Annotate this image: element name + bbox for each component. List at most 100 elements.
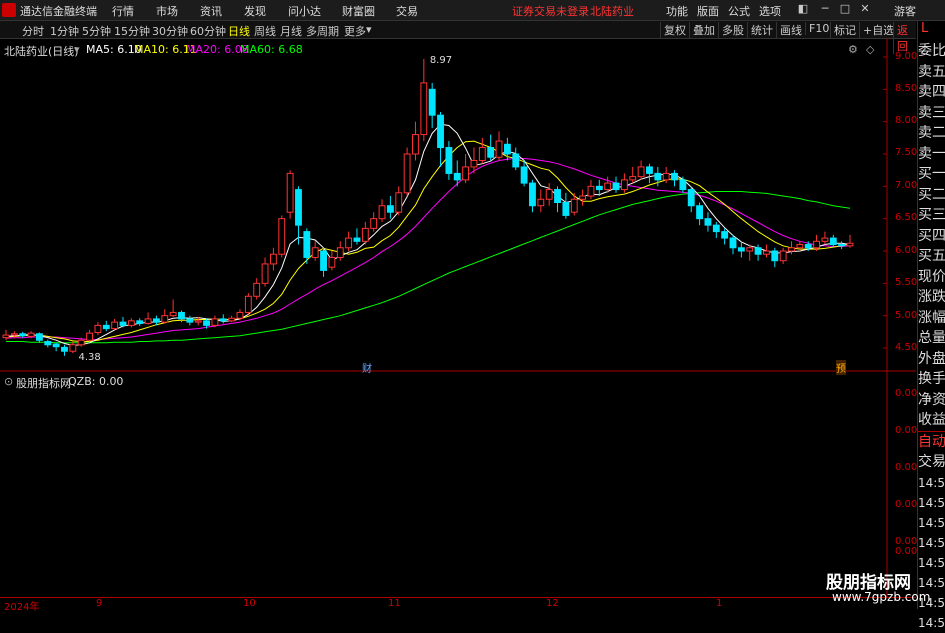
candle: [303, 228, 311, 264]
menu-quotes[interactable]: 行情: [112, 3, 134, 19]
back-button[interactable]: 返回: [893, 22, 916, 54]
candle-body: [771, 250, 779, 262]
candle-body: [44, 341, 52, 346]
multi-stock-button[interactable]: 多股: [718, 22, 747, 38]
candle-body: [253, 282, 261, 297]
skin-icon[interactable]: ◧: [796, 2, 810, 16]
candle-body: [361, 227, 369, 242]
forecast-marker[interactable]: 预: [836, 360, 846, 375]
financial-report-marker[interactable]: 财: [362, 360, 372, 375]
expand-icon[interactable]: ◇: [866, 43, 874, 56]
tick-time-2: 14:56: [918, 515, 945, 530]
candles: [2, 58, 854, 356]
candle: [779, 247, 787, 264]
candle: [646, 163, 653, 184]
candle: [696, 202, 704, 226]
tab-60min[interactable]: 60分钟: [190, 23, 226, 39]
x-label-dec: 12: [546, 598, 559, 609]
tab-more[interactable]: 更多: [344, 23, 366, 39]
candle: [269, 247, 277, 271]
candle-body: [77, 339, 85, 346]
tab-timeshare[interactable]: 分时: [22, 23, 44, 39]
menu-layout[interactable]: 版面: [697, 3, 719, 19]
sub-pane-toggle-icon[interactable]: ⊙: [4, 375, 13, 388]
candle: [320, 247, 327, 277]
candle: [737, 241, 745, 258]
ma10-line: [5, 140, 851, 342]
indicator-qzb: QZB: 0.00: [68, 375, 124, 388]
tab-30min[interactable]: 30分钟: [152, 23, 188, 39]
menu-options[interactable]: 选项: [759, 3, 781, 19]
candle-body: [27, 332, 35, 337]
candle-body: [704, 218, 712, 226]
candle: [253, 278, 261, 300]
candle-body: [796, 244, 804, 249]
panel-header[interactable]: L: [918, 21, 945, 41]
draw-button[interactable]: 画线: [776, 22, 805, 38]
candle: [378, 199, 386, 222]
candle: [671, 170, 678, 187]
menu-functions[interactable]: 功能: [666, 3, 688, 19]
candle-body: [320, 250, 327, 271]
candle: [604, 176, 612, 193]
user-status[interactable]: 游客: [894, 3, 916, 19]
panel-field-7: 买二: [918, 186, 945, 203]
candle: [328, 251, 336, 271]
tab-daily[interactable]: 日线: [228, 23, 250, 39]
candle-body: [420, 82, 428, 136]
price-tick-label: 5.00: [895, 310, 918, 321]
candle: [27, 331, 35, 339]
menu-wealth[interactable]: 财富圈: [342, 3, 375, 19]
menu-discover[interactable]: 发现: [244, 3, 266, 19]
candle-body: [629, 176, 637, 181]
candle-body: [345, 237, 353, 249]
legend-ma60: MA60: 6.68: [240, 43, 303, 56]
candle: [595, 179, 603, 197]
stats-button[interactable]: 统计: [747, 22, 776, 38]
f10-button[interactable]: F10: [805, 22, 832, 35]
candle-body: [570, 198, 578, 213]
candle: [2, 329, 10, 341]
tab-1min[interactable]: 1分钟: [50, 23, 79, 39]
menu-news[interactable]: 资讯: [200, 3, 222, 19]
x-label-sep: 9: [96, 598, 103, 609]
close-icon[interactable]: ✕: [858, 2, 872, 16]
menu-formula[interactable]: 公式: [728, 3, 750, 19]
menu-ask[interactable]: 问小达: [288, 3, 321, 19]
tab-monthly[interactable]: 月线: [280, 23, 302, 39]
candle-body: [111, 321, 119, 330]
adjust-button[interactable]: 复权: [660, 22, 689, 38]
tab-5min[interactable]: 5分钟: [82, 23, 111, 39]
candle: [763, 244, 770, 258]
menu-market[interactable]: 市场: [156, 3, 178, 19]
tab-weekly[interactable]: 周线: [254, 23, 276, 39]
sub-tick-label: 0.00: [895, 499, 918, 510]
candle-body: [545, 189, 553, 200]
add-watchlist-button[interactable]: +自选: [859, 22, 897, 38]
indicator-name[interactable]: 股朋指标网: [16, 375, 71, 391]
tab-15min[interactable]: 15分钟: [114, 23, 150, 39]
candle-body: [829, 237, 837, 246]
ma60-line: [6, 191, 851, 344]
tab-multi-period[interactable]: 多周期: [306, 23, 339, 39]
more-dropdown-icon[interactable]: ▾: [366, 23, 372, 36]
candle: [445, 141, 453, 180]
login-notice[interactable]: 证券交易未登录: [512, 3, 589, 19]
minimize-icon[interactable]: ─: [818, 2, 832, 16]
sub-tick-label: 0.00: [895, 425, 918, 436]
legend-toggle-icon[interactable]: ▾: [74, 43, 80, 56]
maximize-icon[interactable]: □: [838, 2, 852, 16]
ma20-polyline: [5, 158, 851, 341]
price-tick-label: 4.50: [895, 342, 918, 353]
candle-body: [712, 224, 720, 233]
mark-button[interactable]: 标记: [830, 22, 859, 38]
auto-label[interactable]: 自动: [918, 430, 945, 453]
candle-body: [244, 295, 252, 313]
candle-body: [737, 247, 745, 252]
menu-trade[interactable]: 交易: [396, 3, 418, 19]
candle-body: [2, 334, 10, 339]
overlay-button[interactable]: 叠加: [689, 22, 718, 38]
ma5-polyline: [5, 123, 851, 346]
candle: [587, 179, 595, 200]
settings-gear-icon[interactable]: ⚙: [848, 43, 858, 56]
